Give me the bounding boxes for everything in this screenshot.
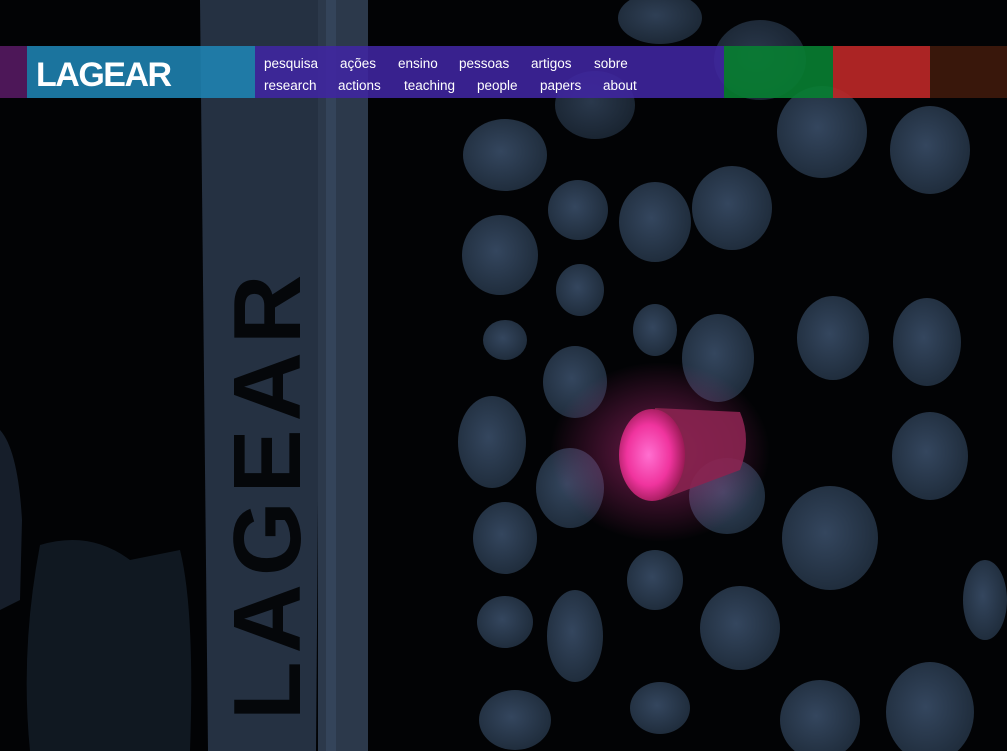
top-navigation-bar: LAGEAR pesquisa research ações actions e… xyxy=(0,46,1007,98)
glowing-disc xyxy=(550,362,770,542)
banner-lettering: LAGEAR xyxy=(214,267,321,720)
logo-text[interactable]: LAGEAR xyxy=(36,57,172,93)
menu-item-people-pt[interactable]: pessoas xyxy=(459,53,509,75)
menu-item-research-en[interactable]: research xyxy=(264,75,317,97)
color-strip-green xyxy=(724,46,833,98)
menu-item-actions-en[interactable]: actions xyxy=(338,75,381,97)
menu-item-about-en[interactable]: about xyxy=(603,75,637,97)
menu-item-teaching-pt[interactable]: ensino xyxy=(398,53,438,75)
hero-photo: LAGEAR xyxy=(0,0,1007,751)
menu-item-actions-pt[interactable]: ações xyxy=(340,53,376,75)
menu-item-papers-en[interactable]: papers xyxy=(540,75,581,97)
color-strip-brown xyxy=(930,46,1007,98)
menu-item-teaching-en[interactable]: teaching xyxy=(404,75,455,97)
site-logo[interactable]: LAGEAR xyxy=(27,46,255,98)
color-strip-red xyxy=(833,46,930,98)
menu-item-about-pt[interactable]: sobre xyxy=(594,53,628,75)
menu-item-people-en[interactable]: people xyxy=(477,75,518,97)
main-menu: pesquisa research ações actions ensino t… xyxy=(255,46,724,98)
menu-item-research-pt[interactable]: pesquisa xyxy=(264,53,318,75)
menu-item-papers-pt[interactable]: artigos xyxy=(531,53,572,75)
color-strip-purple xyxy=(0,46,27,98)
svg-text:LAGEAR: LAGEAR xyxy=(214,267,321,720)
